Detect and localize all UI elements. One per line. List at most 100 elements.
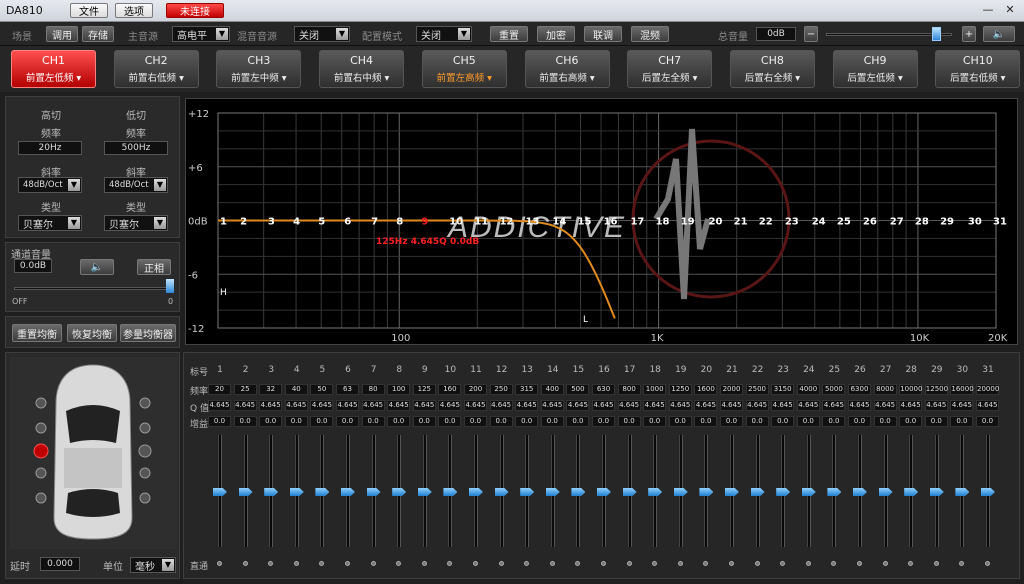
band-gain-input[interactable]: 0.0 [668, 416, 692, 427]
band-freq-input[interactable]: 1600 [694, 384, 718, 395]
band-fader-thumb[interactable] [673, 488, 688, 496]
highpass-marker[interactable]: H [220, 288, 227, 298]
band-marker[interactable]: 22 [759, 217, 773, 228]
channel-tab-2[interactable]: CH2 前置右低频 ▾ [113, 50, 199, 88]
band-bypass-toggle[interactable] [882, 561, 888, 566]
band-freq-input[interactable]: 6300 [848, 384, 871, 395]
band-fader-thumb[interactable] [571, 488, 586, 496]
band-freq-input[interactable]: 500 [566, 384, 590, 395]
band-q-input[interactable]: 4.645 [233, 400, 257, 411]
band-fader-thumb[interactable] [801, 488, 816, 496]
total-volume-value[interactable]: 0dB [756, 27, 796, 41]
mix-button[interactable]: 混频 [631, 26, 669, 42]
band-fader-thumb[interactable] [904, 488, 919, 496]
band-bypass-toggle[interactable] [933, 561, 939, 566]
band-fader-thumb[interactable] [725, 488, 739, 496]
band-freq-input[interactable]: 3150 [771, 384, 795, 395]
band-fader-thumb[interactable] [929, 488, 944, 496]
band-bypass-toggle[interactable] [857, 561, 862, 566]
band-gain-input[interactable]: 0.0 [848, 416, 871, 427]
band-gain-input[interactable]: 0.0 [412, 416, 436, 427]
band-marker[interactable]: 25 [837, 217, 851, 228]
band-bypass-toggle[interactable] [217, 561, 222, 566]
band-freq-input[interactable]: 400 [540, 384, 564, 395]
band-gain-input[interactable]: 0.0 [745, 416, 769, 427]
band-gain-input[interactable]: 0.0 [336, 416, 359, 427]
band-marker[interactable]: 30 [968, 217, 982, 228]
band-fader-thumb[interactable] [955, 488, 970, 496]
band-marker[interactable]: 10 [449, 217, 463, 228]
band-q-input[interactable]: 4.645 [259, 400, 283, 411]
band-bypass-toggle[interactable] [626, 561, 632, 566]
menu-file-button[interactable]: 文件 [70, 3, 108, 18]
band-fader-thumb[interactable] [545, 488, 560, 496]
channel-tab-3[interactable]: CH3 前置左中频 ▾ [216, 50, 302, 88]
channel-tab-6[interactable]: CH6 前置右高频 ▾ [524, 50, 610, 88]
band-bypass-toggle[interactable] [293, 561, 299, 566]
band-bypass-toggle[interactable] [780, 561, 786, 566]
band-fader-thumb[interactable] [213, 488, 227, 496]
band-gain-input[interactable]: 0.0 [720, 416, 743, 427]
band-q-input[interactable]: 4.645 [873, 400, 897, 411]
band-freq-input[interactable]: 63 [336, 384, 359, 395]
band-freq-input[interactable]: 16000 [950, 384, 974, 395]
channel-volume-slider[interactable] [14, 287, 174, 290]
band-freq-input[interactable]: 5000 [822, 384, 846, 395]
config-mode-select[interactable]: 关闭 ▼ [416, 26, 472, 42]
band-bypass-toggle[interactable] [908, 561, 914, 566]
band-fader-thumb[interactable] [469, 488, 483, 496]
band-q-input[interactable]: 4.645 [361, 400, 385, 411]
band-marker[interactable]: 2 [240, 217, 247, 228]
band-q-input[interactable]: 4.645 [745, 400, 769, 411]
band-bypass-toggle[interactable] [447, 561, 453, 566]
band-gain-input[interactable]: 0.0 [387, 416, 411, 427]
hp-type-select[interactable]: 贝塞尔 ▼ [18, 215, 82, 231]
band-marker[interactable]: 3 [268, 217, 275, 228]
band-q-input[interactable]: 4.645 [336, 400, 359, 411]
band-fader-thumb[interactable] [238, 488, 253, 496]
band-q-input[interactable]: 4.645 [617, 400, 641, 411]
band-marker[interactable]: 15 [578, 217, 592, 228]
band-marker[interactable]: 14 [552, 217, 566, 228]
band-marker[interactable]: 9 [421, 217, 428, 228]
band-gain-input[interactable]: 0.0 [464, 416, 487, 427]
band-q-input[interactable]: 4.645 [540, 400, 564, 411]
unit-select[interactable]: 毫秒 ▼ [130, 557, 176, 573]
band-q-input[interactable]: 4.645 [284, 400, 308, 411]
store-button[interactable]: 存储 [82, 26, 114, 42]
close-button[interactable]: ✕ [1002, 2, 1018, 18]
band-fader-thumb[interactable] [750, 488, 765, 496]
channel-tab-8[interactable]: CH8 后置右全频 ▾ [729, 50, 815, 88]
delay-input[interactable]: 0.000 [40, 557, 80, 571]
lp-type-select[interactable]: 贝塞尔 ▼ [104, 215, 168, 231]
band-marker[interactable]: 6 [344, 217, 351, 228]
band-fader-thumb[interactable] [392, 488, 407, 496]
band-freq-input[interactable]: 8000 [873, 384, 897, 395]
band-q-input[interactable]: 4.645 [208, 400, 231, 411]
band-bypass-toggle[interactable] [345, 561, 350, 566]
channel-volume-thumb[interactable] [166, 279, 174, 293]
band-freq-input[interactable]: 50 [310, 384, 334, 395]
menu-options-button[interactable]: 选项 [115, 3, 153, 18]
param-eq-button[interactable]: 参量均衡器 [120, 324, 176, 342]
band-freq-input[interactable]: 20000 [976, 384, 999, 395]
band-q-input[interactable]: 4.645 [976, 400, 999, 411]
band-freq-input[interactable]: 32 [259, 384, 283, 395]
band-gain-input[interactable]: 0.0 [643, 416, 667, 427]
band-q-input[interactable]: 4.645 [720, 400, 743, 411]
restore-eq-button[interactable]: 恢复均衡 [67, 324, 117, 342]
channel-tab-9[interactable]: CH9 后置左低频 ▾ [832, 50, 918, 88]
band-fader-thumb[interactable] [417, 488, 432, 496]
main-source-select[interactable]: 高电平 ▼ [172, 26, 230, 42]
band-fader-thumb[interactable] [878, 488, 893, 496]
band-marker[interactable]: 1 [220, 217, 227, 228]
reset-eq-button[interactable]: 重置均衡 [12, 324, 62, 342]
band-marker[interactable]: 18 [656, 217, 670, 228]
band-fader-thumb[interactable] [289, 488, 304, 496]
band-freq-input[interactable]: 25 [233, 384, 257, 395]
band-freq-input[interactable]: 160 [438, 384, 462, 395]
band-fader-thumb[interactable] [366, 488, 381, 496]
band-bypass-toggle[interactable] [677, 561, 683, 566]
band-q-input[interactable]: 4.645 [694, 400, 718, 411]
band-fader-thumb[interactable] [315, 488, 330, 496]
